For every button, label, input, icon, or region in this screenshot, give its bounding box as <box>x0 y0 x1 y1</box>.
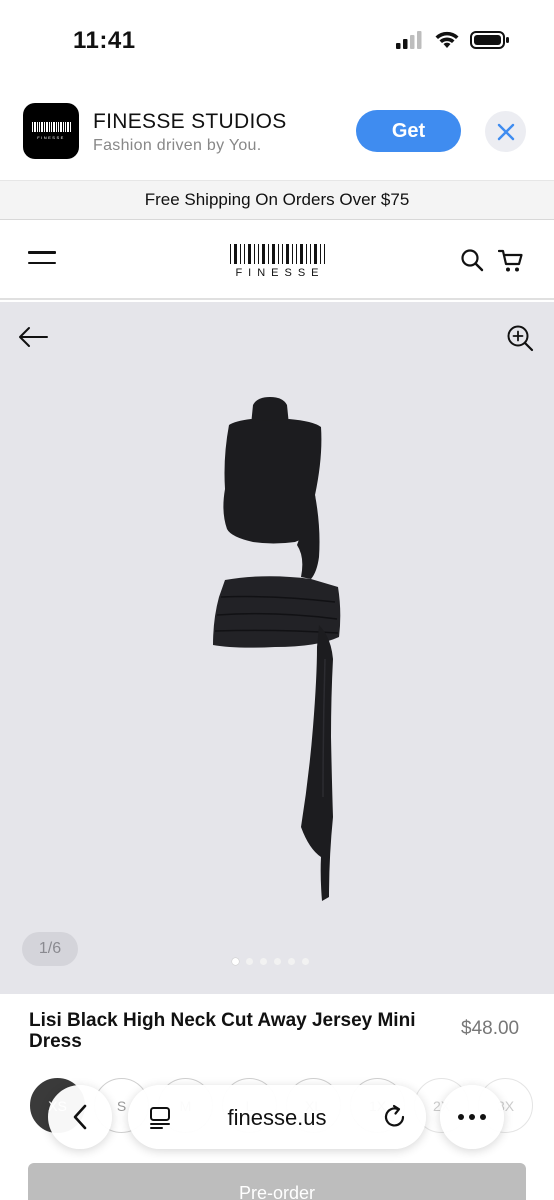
product-title: Lisi Black High Neck Cut Away Jersey Min… <box>29 1010 416 1052</box>
app-icon[interactable]: FINESSE <box>23 103 79 159</box>
signal-icon <box>396 31 422 49</box>
status-icons <box>396 30 510 50</box>
logo-wordmark: FINESSE <box>235 267 325 279</box>
barcode-icon <box>31 122 71 132</box>
battery-icon <box>470 31 509 49</box>
cart-icon[interactable] <box>498 248 524 274</box>
carousel-dot[interactable] <box>232 958 239 965</box>
browser-back-button[interactable] <box>48 1085 112 1149</box>
app-icon-text: FINESSE <box>37 135 65 140</box>
close-banner-button[interactable] <box>485 111 526 152</box>
get-app-button[interactable]: Get <box>356 110 461 152</box>
chevron-left-icon <box>73 1104 87 1130</box>
barcode-logo-icon <box>229 244 325 264</box>
preorder-button[interactable]: Pre-order <box>28 1163 526 1200</box>
wifi-icon <box>435 31 459 48</box>
more-icon <box>458 1114 486 1120</box>
zoom-in-icon[interactable] <box>506 324 534 352</box>
close-icon <box>497 123 514 140</box>
carousel-dot[interactable] <box>260 958 267 965</box>
browser-address-bar[interactable]: finesse.us <box>128 1085 426 1149</box>
app-tagline: Fashion driven by You. <box>93 137 262 154</box>
menu-icon[interactable] <box>28 251 56 267</box>
reload-icon[interactable] <box>382 1104 408 1130</box>
status-bar: 11:41 <box>0 0 554 82</box>
smart-app-banner: FINESSE FINESSE STUDIOS Fashion driven b… <box>0 82 554 180</box>
status-time: 11:41 <box>73 27 136 54</box>
app-name: FINESSE STUDIOS <box>93 110 287 133</box>
shipping-notice: Free Shipping On Orders Over $75 <box>0 180 554 220</box>
carousel-dot[interactable] <box>288 958 295 965</box>
product-gallery[interactable]: 1/6 <box>0 302 554 994</box>
carousel-dots[interactable] <box>232 958 309 965</box>
image-counter: 1/6 <box>22 932 78 966</box>
search-icon[interactable] <box>460 248 484 272</box>
carousel-dot[interactable] <box>274 958 281 965</box>
site-logo[interactable]: FINESSE <box>222 244 332 279</box>
product-price: $48.00 <box>461 1018 520 1039</box>
back-arrow-icon[interactable] <box>18 326 48 348</box>
product-image <box>213 397 341 901</box>
carousel-dot[interactable] <box>302 958 309 965</box>
carousel-dot[interactable] <box>246 958 253 965</box>
browser-more-button[interactable] <box>440 1085 504 1149</box>
